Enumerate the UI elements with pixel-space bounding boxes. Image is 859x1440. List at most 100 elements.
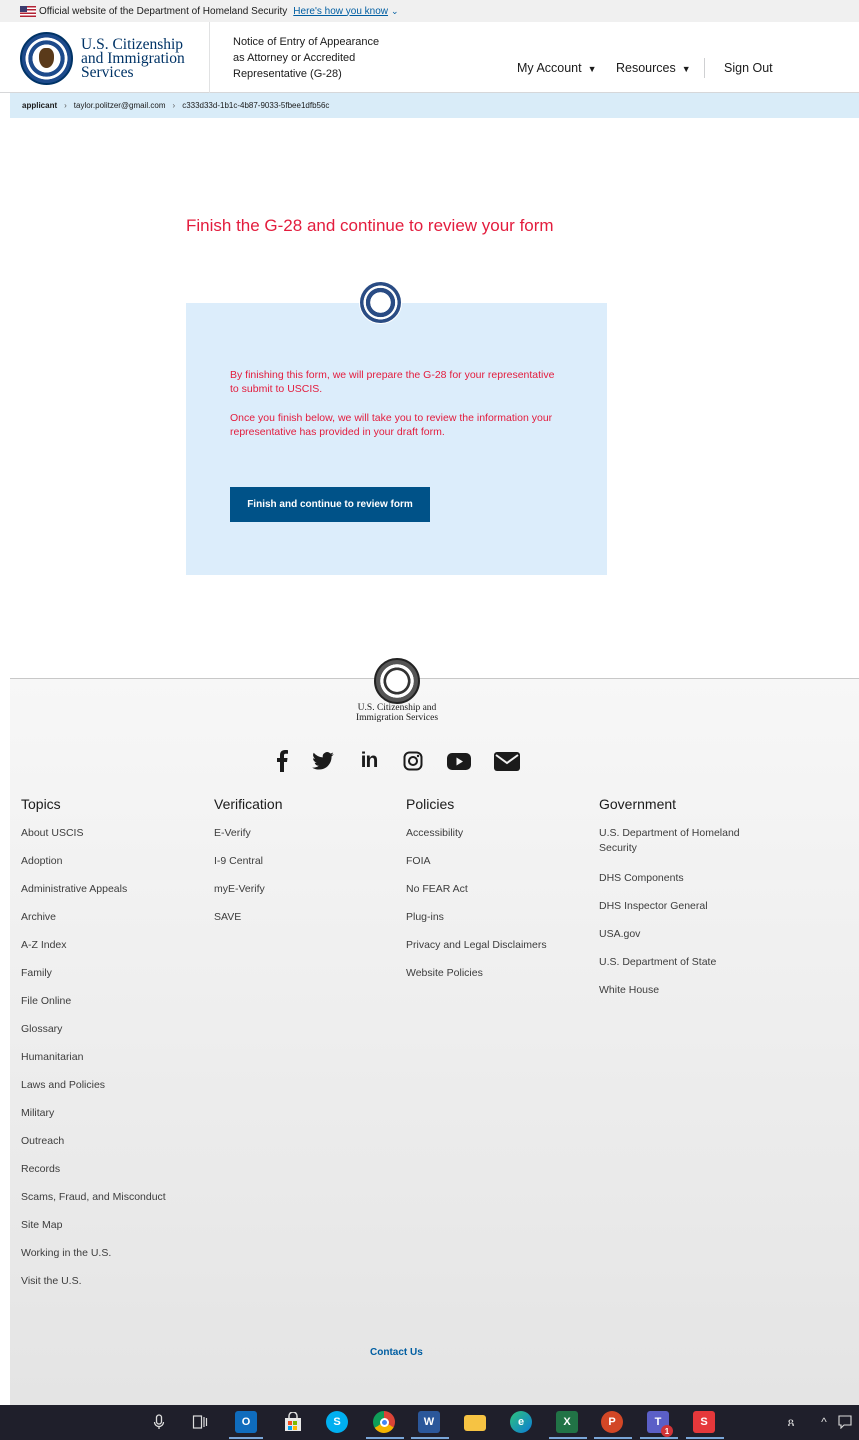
footer-link[interactable]: Archive xyxy=(21,910,201,938)
my-account-label: My Account xyxy=(517,61,582,75)
footer-link[interactable]: White House xyxy=(599,983,769,1011)
breadcrumb-item-email[interactable]: taylor.politzer@gmail.com xyxy=(74,101,166,110)
footer-heading-topics: Topics xyxy=(21,796,61,812)
taskbar-active-indicator xyxy=(686,1437,724,1439)
taskbar-active-indicator xyxy=(411,1437,449,1439)
facebook-icon[interactable] xyxy=(272,748,292,774)
footer-link[interactable]: File Online xyxy=(21,994,201,1022)
footer-link[interactable]: Adoption xyxy=(21,854,201,882)
footer-verification-list: E-Verify I-9 Central myE-Verify SAVE xyxy=(214,826,384,938)
footer-link[interactable]: DHS Inspector General xyxy=(599,899,769,927)
s-app-icon[interactable]: S xyxy=(693,1411,715,1433)
footer-agency-name: U.S. Citizenship and Immigration Service… xyxy=(330,703,464,723)
caret-down-icon: ▼ xyxy=(587,64,597,74)
footer-link[interactable]: Website Policies xyxy=(406,966,586,994)
footer-link[interactable]: A-Z Index xyxy=(21,938,201,966)
contact-us-link[interactable]: Contact Us xyxy=(370,1347,423,1358)
finish-explanation-text: By finishing this form, we will prepare … xyxy=(230,369,555,395)
footer-government-list: U.S. Department of Homeland Security DHS… xyxy=(599,826,769,1011)
form-title-line: Notice of Entry of Appearance xyxy=(233,36,380,48)
footer-link[interactable]: SAVE xyxy=(214,910,384,938)
form-title: Notice of Entry of Appearance as Attorne… xyxy=(233,34,393,82)
powerpoint-icon[interactable]: P xyxy=(601,1411,623,1433)
footer-heading-policies: Policies xyxy=(406,796,455,812)
edge-icon[interactable]: e xyxy=(510,1411,532,1433)
footer-link[interactable]: I-9 Central xyxy=(214,854,384,882)
footer-link[interactable]: Scams, Fraud, and Misconduct xyxy=(21,1190,201,1218)
chrome-icon[interactable] xyxy=(373,1411,395,1433)
file-explorer-icon[interactable] xyxy=(464,1415,486,1431)
footer-link[interactable]: About USCIS xyxy=(21,826,201,854)
uscis-seal-icon xyxy=(374,658,420,704)
dhs-seal-icon xyxy=(359,281,402,324)
footer-link[interactable]: USA.gov xyxy=(599,927,769,955)
official-gov-banner: Official website of the Department of Ho… xyxy=(0,0,859,22)
breadcrumb-item-id: c333d33d-1b1c-4b87-9033-5fbee1dfb56c xyxy=(182,101,330,110)
us-flag-icon xyxy=(20,5,36,17)
chevron-up-icon[interactable]: ^ xyxy=(813,1411,835,1433)
footer-link[interactable]: Working in the U.S. xyxy=(21,1246,201,1274)
sign-out-link[interactable]: Sign Out xyxy=(724,61,773,75)
footer-link[interactable]: Privacy and Legal Disclaimers xyxy=(406,938,586,966)
task-view-icon[interactable] xyxy=(189,1411,211,1433)
agency-name: U.S. Citizenship and Immigration Service… xyxy=(81,36,185,81)
youtube-icon[interactable] xyxy=(446,748,472,774)
teams-icon[interactable]: T1 xyxy=(647,1411,673,1437)
footer-link[interactable]: U.S. Department of State xyxy=(599,955,769,983)
nav-divider xyxy=(704,58,705,78)
footer-link[interactable]: Glossary xyxy=(21,1022,201,1050)
footer-link[interactable]: FOIA xyxy=(406,854,586,882)
word-icon[interactable]: W xyxy=(418,1411,440,1433)
footer-link[interactable]: Site Map xyxy=(21,1218,201,1246)
footer-link[interactable]: Family xyxy=(21,966,201,994)
agency-name-line: Services xyxy=(81,63,134,81)
resources-menu[interactable]: Resources ▼ xyxy=(616,61,691,75)
footer-link[interactable]: DHS Components xyxy=(599,871,769,899)
email-icon[interactable] xyxy=(493,748,521,774)
footer-link[interactable]: Humanitarian xyxy=(21,1050,201,1078)
footer-link[interactable]: U.S. Department of Homeland Security xyxy=(599,826,769,871)
taskbar-active-indicator xyxy=(229,1437,263,1439)
breadcrumb: applicant › taylor.politzer@gmail.com › … xyxy=(10,93,859,118)
heres-how-you-know-link[interactable]: Here's how you know xyxy=(293,6,388,17)
finish-and-review-button[interactable]: Finish and continue to review form xyxy=(230,487,430,522)
chevron-down-icon[interactable]: ⌄ xyxy=(391,6,399,17)
uscis-logo-link[interactable]: U.S. Citizenship and Immigration Service… xyxy=(20,32,185,85)
review-explanation-text: Once you finish below, we will take you … xyxy=(230,412,553,438)
header-divider xyxy=(209,22,210,93)
footer-agency-line: U.S. Citizenship and xyxy=(357,703,437,713)
teams-notification-badge: 1 xyxy=(661,1425,673,1437)
footer-policies-list: Accessibility FOIA No FEAR Act Plug-ins … xyxy=(406,826,586,994)
taskbar-active-indicator xyxy=(549,1437,587,1439)
twitter-icon[interactable] xyxy=(311,748,335,774)
excel-icon[interactable]: X xyxy=(556,1411,578,1433)
caret-down-icon: ▼ xyxy=(681,64,691,74)
form-title-line: Representative (G-28) xyxy=(233,68,342,80)
footer-link[interactable]: Military xyxy=(21,1106,201,1134)
skype-icon[interactable]: S xyxy=(326,1411,348,1433)
footer-link[interactable]: Records xyxy=(21,1162,201,1190)
taskbar-active-indicator xyxy=(640,1437,678,1439)
my-account-menu[interactable]: My Account ▼ xyxy=(517,61,597,75)
site-header: U.S. Citizenship and Immigration Service… xyxy=(0,22,859,93)
breadcrumb-item-applicant[interactable]: applicant xyxy=(22,101,57,110)
people-icon[interactable]: ጸ xyxy=(780,1411,802,1433)
footer-link[interactable]: Plug-ins xyxy=(406,910,586,938)
notification-center-icon[interactable] xyxy=(834,1411,856,1433)
store-icon[interactable] xyxy=(282,1411,304,1433)
footer-link[interactable]: E-Verify xyxy=(214,826,384,854)
footer-link[interactable]: myE-Verify xyxy=(214,882,384,910)
footer-link[interactable]: Visit the U.S. xyxy=(21,1274,201,1302)
footer-link[interactable]: Accessibility xyxy=(406,826,586,854)
footer-heading-government: Government xyxy=(599,796,677,812)
footer-link[interactable]: Laws and Policies xyxy=(21,1078,201,1106)
outlook-icon[interactable]: O xyxy=(235,1411,257,1433)
linkedin-icon[interactable]: in xyxy=(356,748,382,774)
instagram-icon[interactable] xyxy=(401,748,425,774)
footer-link[interactable]: No FEAR Act xyxy=(406,882,586,910)
footer-link[interactable]: Outreach xyxy=(21,1134,201,1162)
footer-link[interactable]: Administrative Appeals xyxy=(21,882,201,910)
resources-label: Resources xyxy=(616,61,676,75)
chevron-right-icon: › xyxy=(172,101,176,110)
microphone-icon[interactable] xyxy=(148,1411,170,1433)
